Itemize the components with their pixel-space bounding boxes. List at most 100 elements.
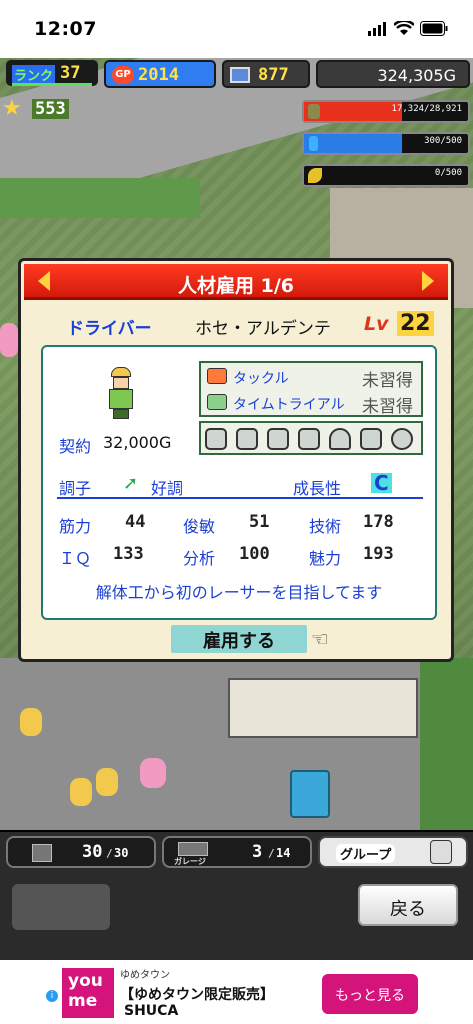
skill-row[interactable]: タイムトライアル 未習得 <box>205 391 419 417</box>
dialog-title: 人材雇用 1/6 <box>178 275 294 297</box>
job-type: ドライバー <box>67 319 152 339</box>
stat-value: 51 <box>249 512 270 532</box>
tab-group[interactable]: グループ <box>318 836 468 868</box>
growth-value: C <box>371 473 392 493</box>
next-arrow-icon[interactable] <box>422 271 434 291</box>
info-icon[interactable]: i <box>46 990 58 1002</box>
seat-icon <box>298 428 320 450</box>
gauge-icon <box>391 428 413 450</box>
avatar <box>107 367 135 419</box>
skill-row[interactable]: タックル 未習得 <box>205 365 419 391</box>
resource-bar-parts: 17,324/28,921 <box>302 100 470 123</box>
stat-label: ＩＱ <box>59 549 92 568</box>
grass-corner <box>420 658 473 830</box>
dialog-header: 人材雇用 1/6 <box>24 264 448 300</box>
garage-wall <box>228 678 418 738</box>
staff-character[interactable] <box>0 323 18 357</box>
contract-label: 契約 <box>59 437 92 456</box>
bottle-icon <box>309 136 318 151</box>
rank-value: 37 <box>60 63 81 83</box>
rank-box: ランク 37 <box>6 60 98 86</box>
car-icon <box>207 368 227 384</box>
back-button-label: 戻る <box>390 899 426 920</box>
grass-strip <box>0 178 200 218</box>
cylinder-icon <box>308 104 320 119</box>
ad-logo: you me <box>62 968 114 1018</box>
stat-value: 44 <box>125 512 146 532</box>
parts-aptitude <box>199 421 423 455</box>
stat-label: 筋力 <box>59 517 92 536</box>
helmet-icon <box>329 428 351 450</box>
stars-box: ★ 553 <box>2 96 82 122</box>
hire-button[interactable]: 雇用する <box>171 625 307 653</box>
skill-name: タックル <box>233 371 289 387</box>
garage-max: 14 <box>276 846 291 860</box>
skill-status: 未習得 <box>362 397 413 417</box>
pc-box[interactable]: 877 <box>222 60 310 88</box>
ad-cta-button[interactable]: もっと見る <box>322 974 418 1014</box>
condition-up-icon: ➚ <box>123 473 139 494</box>
ad-logo-top: you <box>68 971 103 991</box>
staff-character[interactable] <box>70 778 92 806</box>
rank-progress <box>12 83 92 86</box>
money-box: 324,305G <box>316 60 470 88</box>
stars-value: 553 <box>32 99 69 119</box>
blank-button[interactable] <box>12 884 110 930</box>
ad-logo-bottom: me <box>68 991 98 1011</box>
character-face-icon <box>430 840 452 864</box>
wrench-icon <box>360 428 382 450</box>
ad-store: ゆめタウン <box>120 970 170 981</box>
resource-text: 17,324/28,921 <box>391 104 462 114</box>
stat-value: 133 <box>113 544 144 564</box>
stat-label: 分析 <box>183 549 216 568</box>
staff-character[interactable] <box>96 768 118 796</box>
garage-count: 3 <box>252 842 263 862</box>
pointing-hand-icon: ☜ <box>311 627 329 651</box>
resource-bar-fuel: 300/500 <box>302 132 470 155</box>
group-label: グループ <box>336 844 396 863</box>
tab-staff[interactable]: 30 / 30 <box>6 836 156 868</box>
staff-max: 30 <box>114 846 129 860</box>
crate-icon <box>32 844 52 862</box>
skills-box: タックル 未習得 タイムトライアル 未習得 <box>199 361 423 417</box>
divider <box>57 497 423 499</box>
growth-label: 成長性 <box>293 479 342 498</box>
trash-can[interactable] <box>290 770 330 818</box>
computer-icon <box>230 67 250 83</box>
candidate-name: ホセ・アルデンテ <box>195 319 331 339</box>
battery-icon <box>420 21 448 36</box>
hire-dialog: 人材雇用 1/6 ドライバー ホセ・アルデンテ Lv 22 契約 32,000G… <box>18 258 454 662</box>
back-button[interactable]: 戻る <box>358 884 458 926</box>
signal-icon <box>368 22 386 36</box>
rank-label: ランク <box>12 65 56 84</box>
staff-character[interactable] <box>140 758 166 788</box>
skill-status: 未習得 <box>362 371 413 391</box>
stat-label: 技術 <box>309 517 342 536</box>
gp-value: 2014 <box>138 65 179 85</box>
stat-value: 193 <box>363 544 394 564</box>
ad-headline: 【ゆめタウン限定販売】 <box>120 987 274 1003</box>
staff-character[interactable] <box>20 708 42 736</box>
garage-icon <box>178 842 208 856</box>
resource-fill <box>304 134 403 153</box>
engine-icon <box>267 428 289 450</box>
gp-box[interactable]: GP 2014 <box>104 60 216 88</box>
money-value: 324,305G <box>377 66 456 85</box>
condition-value: 好調 <box>151 479 184 498</box>
level-value: 22 <box>397 311 434 336</box>
stat-value: 100 <box>239 544 270 564</box>
wifi-icon <box>394 21 414 35</box>
skill-name: タイムトライアル <box>233 397 345 413</box>
ad-banner[interactable]: i you me ゆめタウン 【ゆめタウン限定販売】 SHUCA もっと見る <box>0 960 473 1024</box>
stat-label: 俊敏 <box>183 517 216 536</box>
condition-label: 調子 <box>59 479 92 498</box>
tire-icon <box>205 428 227 450</box>
wheel-icon <box>236 428 258 450</box>
timer-icon <box>207 394 227 410</box>
hire-button-label: 雇用する <box>203 631 275 652</box>
garage-label: ガレージ <box>174 857 206 866</box>
contract-value: 32,000G <box>103 433 172 452</box>
candidate-comment: 解体工から初のレーサーを目指してます <box>95 583 383 602</box>
leaf-icon <box>308 168 322 183</box>
tab-garage[interactable]: ガレージ 3 / 14 <box>162 836 312 868</box>
